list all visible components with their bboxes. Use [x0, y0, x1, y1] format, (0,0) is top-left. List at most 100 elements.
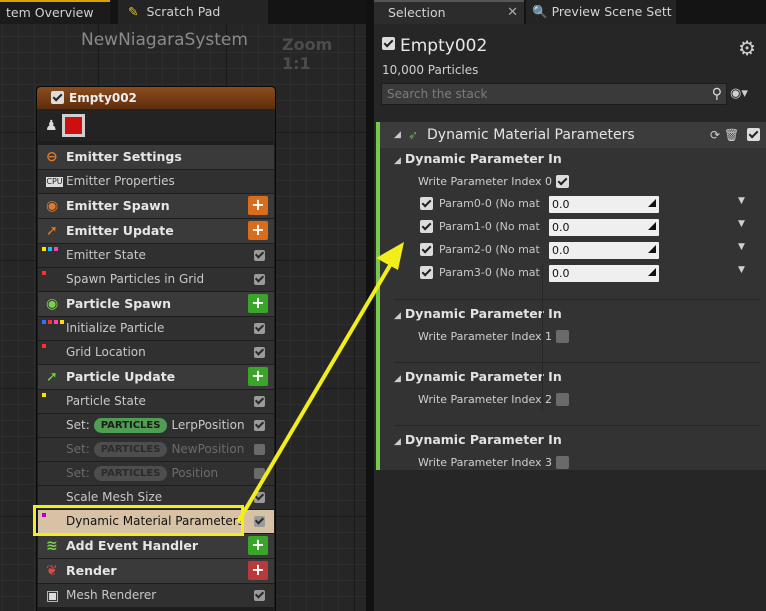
param-value-input[interactable]: 0.0: [549, 265, 659, 282]
param-value-input[interactable]: 0.0: [549, 196, 659, 213]
tab-selection[interactable]: Selection ✕: [374, 0, 524, 24]
close-tab-icon[interactable]: ✕: [507, 2, 518, 23]
set-prefix: Set:: [66, 466, 90, 480]
write-parameter-checkbox[interactable]: [556, 456, 569, 469]
module-enable-checkbox[interactable]: [254, 492, 265, 503]
module-enable-checkbox[interactable]: [747, 128, 760, 141]
tab-scratch-pad[interactable]: ✎ Scratch Pad: [118, 0, 268, 24]
emitter-color-swatch[interactable]: [62, 114, 85, 137]
stack-module-row[interactable]: CPU Emitter Properties: [38, 170, 274, 193]
stack-accent-bar: [376, 122, 380, 470]
stack-group-header[interactable]: ◉ Particle Spawn +: [38, 292, 274, 316]
param-value-input[interactable]: 0.0: [549, 219, 659, 236]
param-enable-checkbox[interactable]: [420, 266, 433, 279]
module-enable-checkbox[interactable]: [254, 590, 265, 601]
write-parameter-label: Write Parameter Index 1: [418, 330, 553, 343]
add-module-button[interactable]: +: [248, 221, 268, 240]
eye-icon[interactable]: ◉▾: [730, 86, 748, 101]
section-title: Dynamic Parameter In: [404, 432, 562, 447]
module-enable-checkbox[interactable]: [254, 396, 265, 407]
param-enable-checkbox[interactable]: [420, 220, 433, 233]
collapse-icon[interactable]: ◢: [394, 311, 401, 321]
annotation-highlight-box: [33, 505, 244, 536]
namespace-pill: PARTICLES: [93, 418, 168, 433]
row-label: Emitter Settings: [66, 149, 182, 164]
stack-group-header[interactable]: ➚ Particle Update +: [38, 365, 274, 389]
write-parameter-checkbox[interactable]: [556, 393, 569, 406]
stack-group-header[interactable]: ⊖ Emitter Settings: [38, 145, 274, 169]
emitter-update-icon: ➚: [46, 223, 58, 239]
panel-splitter[interactable]: [366, 0, 374, 611]
dynamic-parameter-row: Param3-0 (No mate 0.0 ▼: [394, 262, 760, 284]
module-enable-checkbox[interactable]: [254, 468, 265, 479]
stack-group-header[interactable]: ➚ Emitter Update +: [38, 219, 274, 243]
isolate-icon[interactable]: ♟: [45, 118, 58, 134]
collapse-icon[interactable]: ◢: [394, 156, 401, 166]
collapse-icon[interactable]: ◢: [394, 122, 401, 148]
gear-icon[interactable]: ⚙: [738, 36, 756, 60]
module-usage-dots: [42, 344, 62, 352]
stack-module-row[interactable]: Set: PARTICLES NewPosition: [38, 438, 274, 461]
module-enable-checkbox[interactable]: [254, 516, 265, 527]
write-parameter-label: Write Parameter Index 2: [418, 393, 553, 406]
stack-group-header[interactable]: ❦ Render +: [38, 559, 274, 583]
stack-module-row[interactable]: Initialize Particle: [38, 317, 274, 340]
stack-module-row[interactable]: Set: PARTICLES LerpPosition: [38, 414, 274, 437]
write-parameter-checkbox[interactable]: [556, 175, 569, 188]
module-enable-checkbox[interactable]: [254, 347, 265, 358]
add-module-button[interactable]: +: [248, 561, 268, 580]
namespace-pill: PARTICLES: [93, 442, 168, 457]
emitter-spawn-icon: ◉: [46, 198, 59, 214]
module-enable-checkbox[interactable]: [254, 420, 265, 431]
refresh-icon[interactable]: ⟳: [710, 128, 720, 142]
module-header[interactable]: ◢ ➶ Dynamic Material Parameters ⟳ 🗑: [380, 122, 766, 148]
module-enable-checkbox[interactable]: [254, 323, 265, 334]
search-icon[interactable]: ⚲: [712, 84, 722, 104]
dynamic-parameter-section-header[interactable]: ◢ Dynamic Parameter In: [394, 148, 760, 170]
tab-preview-scene-settings[interactable]: 🔍 Preview Scene Sett: [526, 0, 676, 24]
emitter-enable-checkbox[interactable]: [382, 37, 395, 50]
stack-module-row[interactable]: Spawn Particles in Grid: [38, 268, 274, 291]
resize-corner-icon: [648, 245, 656, 253]
chevron-down-icon[interactable]: ▼: [738, 265, 745, 275]
add-module-button[interactable]: +: [248, 196, 268, 215]
param-value: 0.0: [552, 221, 570, 234]
chevron-down-icon[interactable]: ▼: [738, 242, 745, 252]
add-module-button[interactable]: +: [248, 294, 268, 313]
tab-label: tem Overview: [6, 5, 94, 20]
module-enable-checkbox[interactable]: [254, 274, 265, 285]
emitter-node-toolbar: ♟: [37, 109, 275, 141]
tab-label: Scratch Pad: [146, 4, 221, 19]
add-module-button[interactable]: +: [248, 536, 268, 555]
stack-module-row[interactable]: Set: PARTICLES Position: [38, 462, 274, 485]
emitter-enable-checkbox[interactable]: [51, 91, 64, 104]
param-enable-checkbox[interactable]: [420, 243, 433, 256]
stack-group-header[interactable]: ◉ Emitter Spawn +: [38, 194, 274, 218]
stack-group-header[interactable]: ≋ Add Event Handler +: [38, 534, 274, 558]
stack-module-row[interactable]: Emitter State: [38, 244, 274, 267]
module-enable-checkbox[interactable]: [254, 250, 265, 261]
param-enable-checkbox[interactable]: [420, 197, 433, 210]
tab-system-overview[interactable]: tem Overview: [0, 0, 110, 24]
right-tab-bar: Selection ✕ 🔍 Preview Scene Sett: [374, 0, 766, 24]
module-enable-checkbox[interactable]: [254, 444, 265, 455]
dynamic-parameter-section-header[interactable]: ◢ Dynamic Parameter In: [394, 366, 760, 388]
param-value: 0.0: [552, 198, 570, 211]
collapse-icon[interactable]: ◢: [394, 437, 401, 447]
param-value-input[interactable]: 0.0: [549, 242, 659, 259]
stack-search-input[interactable]: Search the stack ⚲: [381, 83, 727, 105]
dynamic-parameter-section-header[interactable]: ◢ Dynamic Parameter In: [394, 429, 760, 451]
event-handler-icon: ≋: [46, 538, 58, 554]
collapse-icon[interactable]: ◢: [394, 374, 401, 384]
dynamic-parameter-section-header[interactable]: ◢ Dynamic Parameter In: [394, 303, 760, 325]
stack-module-row[interactable]: ▣ Mesh Renderer: [38, 584, 274, 607]
add-module-button[interactable]: +: [248, 367, 268, 386]
write-parameter-checkbox[interactable]: [556, 330, 569, 343]
stack-module-row[interactable]: Particle State: [38, 390, 274, 413]
write-parameter-row: Write Parameter Index 1: [394, 326, 760, 348]
stack-module-row[interactable]: Grid Location: [38, 341, 274, 364]
delete-icon[interactable]: 🗑: [724, 128, 739, 142]
chevron-down-icon[interactable]: ▼: [738, 196, 745, 206]
emitter-node-header[interactable]: Empty002: [37, 87, 275, 109]
chevron-down-icon[interactable]: ▼: [738, 219, 745, 229]
